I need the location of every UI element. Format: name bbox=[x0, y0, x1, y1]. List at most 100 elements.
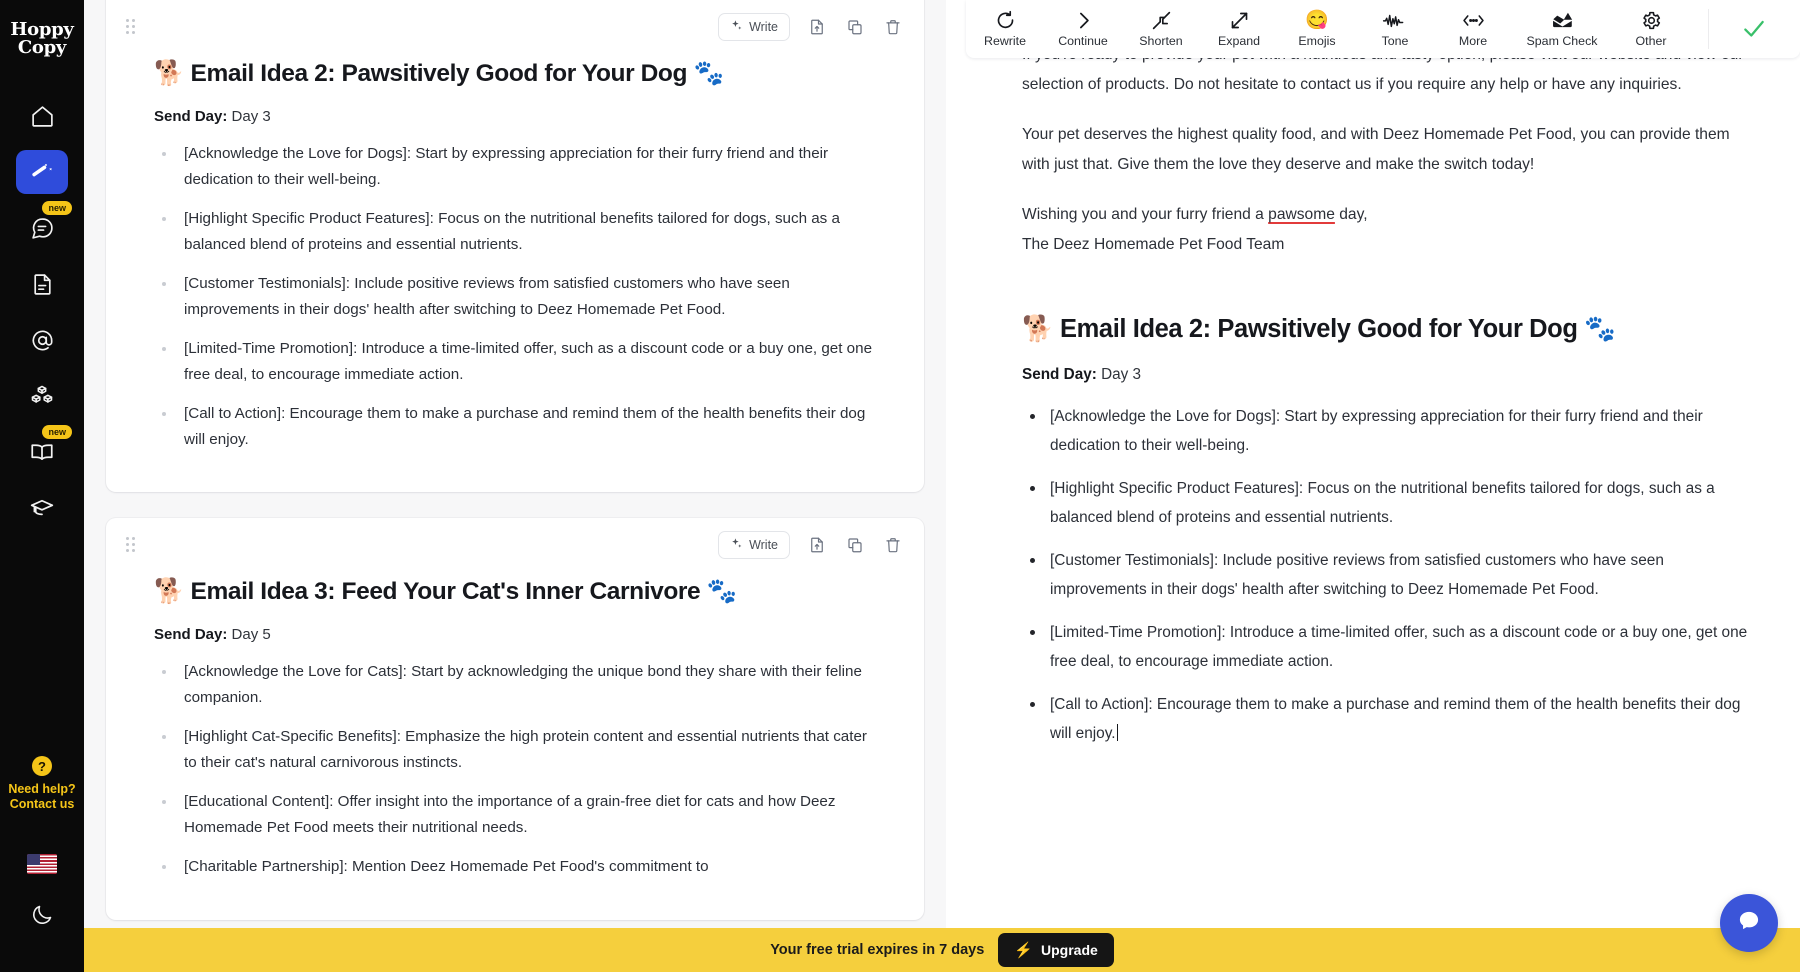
list-item[interactable]: [Acknowledge the Love for Cats]: Start b… bbox=[154, 659, 876, 710]
tool-label: Continue bbox=[1058, 34, 1108, 48]
waveform-icon bbox=[1382, 10, 1408, 31]
write-button[interactable]: Write bbox=[718, 13, 790, 41]
tool-spam-check[interactable]: Spam Check bbox=[1512, 10, 1612, 48]
sidebar-item-documents[interactable] bbox=[16, 262, 68, 306]
app-logo[interactable]: Hoppy Copy bbox=[0, 0, 84, 78]
email-idea-card: Write 🐕 Email Idea 2: Pawsitively Good f… bbox=[106, 0, 924, 492]
upgrade-button[interactable]: ⚡ Upgrade bbox=[998, 933, 1114, 967]
tool-rewrite[interactable]: Rewrite bbox=[966, 10, 1044, 48]
send-day-row: Send Day: Day 3 bbox=[154, 108, 876, 125]
sidebar-item-campaigns[interactable] bbox=[16, 150, 68, 194]
drag-handle-icon[interactable] bbox=[126, 537, 142, 553]
send-day-label: Send Day: bbox=[154, 626, 228, 643]
question-mark-icon: ? bbox=[32, 756, 52, 776]
tool-label: Tone bbox=[1381, 34, 1409, 48]
send-day-label: Send Day: bbox=[1022, 366, 1097, 383]
paw-emoji: 🐾 bbox=[693, 60, 724, 87]
green-check-icon[interactable] bbox=[1719, 16, 1789, 42]
help-line-2: Contact us bbox=[9, 797, 75, 811]
dog-emoji: 🐕 bbox=[154, 578, 185, 605]
list-item[interactable]: [Call to Action]: Encourage them to make… bbox=[154, 401, 876, 452]
write-button-label: Write bbox=[749, 538, 778, 552]
list-item[interactable]: [Customer Testimonials]: Include positiv… bbox=[1022, 546, 1760, 604]
duplicate-icon[interactable] bbox=[844, 16, 866, 38]
trash-icon[interactable] bbox=[882, 534, 904, 556]
list-item[interactable]: [Call to Action]: Encourage them to make… bbox=[1022, 690, 1760, 748]
tool-shorten[interactable]: Shorten bbox=[1122, 10, 1200, 48]
open-book-icon bbox=[29, 439, 55, 465]
preview-panel: Rewrite Continue Shorten Expand 😋 Emojis… bbox=[946, 0, 1800, 972]
chat-widget-button[interactable] bbox=[1720, 894, 1778, 952]
rotate-refresh-icon bbox=[995, 10, 1016, 31]
tool-label: Expand bbox=[1217, 34, 1261, 48]
chat-bubble-icon bbox=[1735, 907, 1763, 940]
sparkle-icon bbox=[730, 537, 743, 553]
tool-label: Spam Check bbox=[1526, 34, 1598, 48]
list-item[interactable]: [Acknowledge the Love for Dogs]: Start b… bbox=[154, 141, 876, 192]
tool-emojis[interactable]: 😋 Emojis bbox=[1278, 10, 1356, 48]
tool-expand[interactable]: Expand bbox=[1200, 10, 1278, 48]
moon-icon[interactable] bbox=[30, 903, 54, 932]
gear-icon bbox=[1641, 10, 1662, 31]
list-item[interactable]: [Highlight Specific Product Features]: F… bbox=[1022, 474, 1760, 532]
email-idea-bullets: [Acknowledge the Love for Cats]: Start b… bbox=[154, 659, 876, 880]
send-day-value: Day 3 bbox=[231, 108, 271, 125]
duplicate-icon[interactable] bbox=[844, 534, 866, 556]
list-item[interactable]: [Acknowledge the Love for Dogs]: Start b… bbox=[1022, 402, 1760, 460]
tool-other[interactable]: Other bbox=[1612, 10, 1690, 48]
sparkle-icon bbox=[730, 19, 743, 35]
misspelled-word[interactable]: pawsome bbox=[1268, 206, 1335, 223]
chat-bubble-icon bbox=[30, 216, 55, 241]
trash-icon[interactable] bbox=[882, 16, 904, 38]
us-flag-icon[interactable] bbox=[27, 854, 57, 874]
sidebar-nav: new new bbox=[0, 94, 84, 530]
arrows-expand-icon bbox=[1229, 10, 1250, 31]
preview-paragraph[interactable]: If you're ready to provide your pet with… bbox=[1022, 58, 1760, 100]
list-item[interactable]: [Limited-Time Promotion]: Introduce a ti… bbox=[154, 336, 876, 387]
list-item[interactable]: [Charitable Partnership]: Mention Deez H… bbox=[154, 854, 876, 880]
badge-new-library: new bbox=[42, 425, 72, 439]
sidebar-item-templates[interactable] bbox=[16, 374, 68, 418]
lightning-bolt-icon: ⚡ bbox=[1014, 942, 1033, 959]
tool-label: More bbox=[1458, 34, 1488, 48]
home-icon bbox=[30, 104, 55, 129]
email-idea-bullets: [Acknowledge the Love for Dogs]: Start b… bbox=[154, 141, 876, 452]
tool-more[interactable]: More bbox=[1434, 10, 1512, 48]
chevron-right-icon bbox=[1073, 10, 1094, 31]
tool-label: Emojis bbox=[1298, 34, 1336, 48]
list-item[interactable]: [Highlight Specific Product Features]: F… bbox=[154, 206, 876, 257]
export-document-icon[interactable] bbox=[806, 534, 828, 556]
email-idea-heading: 🐕 Email Idea 2: Pawsitively Good for You… bbox=[154, 58, 876, 88]
tool-label: Rewrite bbox=[984, 34, 1026, 48]
blocks-icon bbox=[29, 383, 55, 409]
write-button-label: Write bbox=[749, 20, 778, 34]
tool-continue[interactable]: Continue bbox=[1044, 10, 1122, 48]
card-toolbar: Write bbox=[106, 518, 924, 562]
email-idea-heading: 🐕 Email Idea 3: Feed Your Cat's Inner Ca… bbox=[154, 576, 876, 606]
sidebar-item-library[interactable]: new bbox=[16, 425, 72, 474]
list-item[interactable]: [Highlight Cat-Specific Benefits]: Empha… bbox=[154, 724, 876, 775]
app-root: Hoppy Copy new new ? Need help? Contact … bbox=[0, 0, 1800, 972]
list-item[interactable]: [Educational Content]: Offer insight int… bbox=[154, 789, 876, 840]
write-button[interactable]: Write bbox=[718, 531, 790, 559]
drag-handle-icon[interactable] bbox=[126, 19, 142, 35]
sidebar-item-chat[interactable]: new bbox=[16, 201, 72, 250]
sidebar-item-mentions[interactable] bbox=[16, 318, 68, 362]
help-line-1: Need help? bbox=[8, 782, 76, 796]
tool-tone[interactable]: Tone bbox=[1356, 10, 1434, 48]
text-caret bbox=[1116, 724, 1119, 741]
list-item[interactable]: [Limited-Time Promotion]: Introduce a ti… bbox=[1022, 618, 1760, 676]
ellipsis-chevrons-icon bbox=[1462, 10, 1485, 31]
email-preview-editor[interactable]: If you're ready to provide your pet with… bbox=[966, 58, 1800, 914]
list-item[interactable]: [Customer Testimonials]: Include positiv… bbox=[154, 271, 876, 322]
sidebar-item-academy[interactable] bbox=[16, 486, 68, 530]
preview-signoff[interactable]: Wishing you and your furry friend a paws… bbox=[1022, 200, 1760, 260]
preview-paragraph[interactable]: Your pet deserves the highest quality fo… bbox=[1022, 120, 1760, 180]
export-document-icon[interactable] bbox=[806, 16, 828, 38]
help-contact-link[interactable]: ? Need help? Contact us bbox=[0, 756, 84, 812]
send-day-value: Day 5 bbox=[231, 626, 271, 643]
preview-heading: 🐕 Email Idea 2: Pawsitively Good for You… bbox=[1022, 314, 1760, 344]
sidebar-item-home[interactable] bbox=[16, 94, 68, 138]
preview-heading-text: Email Idea 2: Pawsitively Good for Your … bbox=[1060, 315, 1578, 343]
signoff-suffix: day, bbox=[1334, 206, 1368, 223]
